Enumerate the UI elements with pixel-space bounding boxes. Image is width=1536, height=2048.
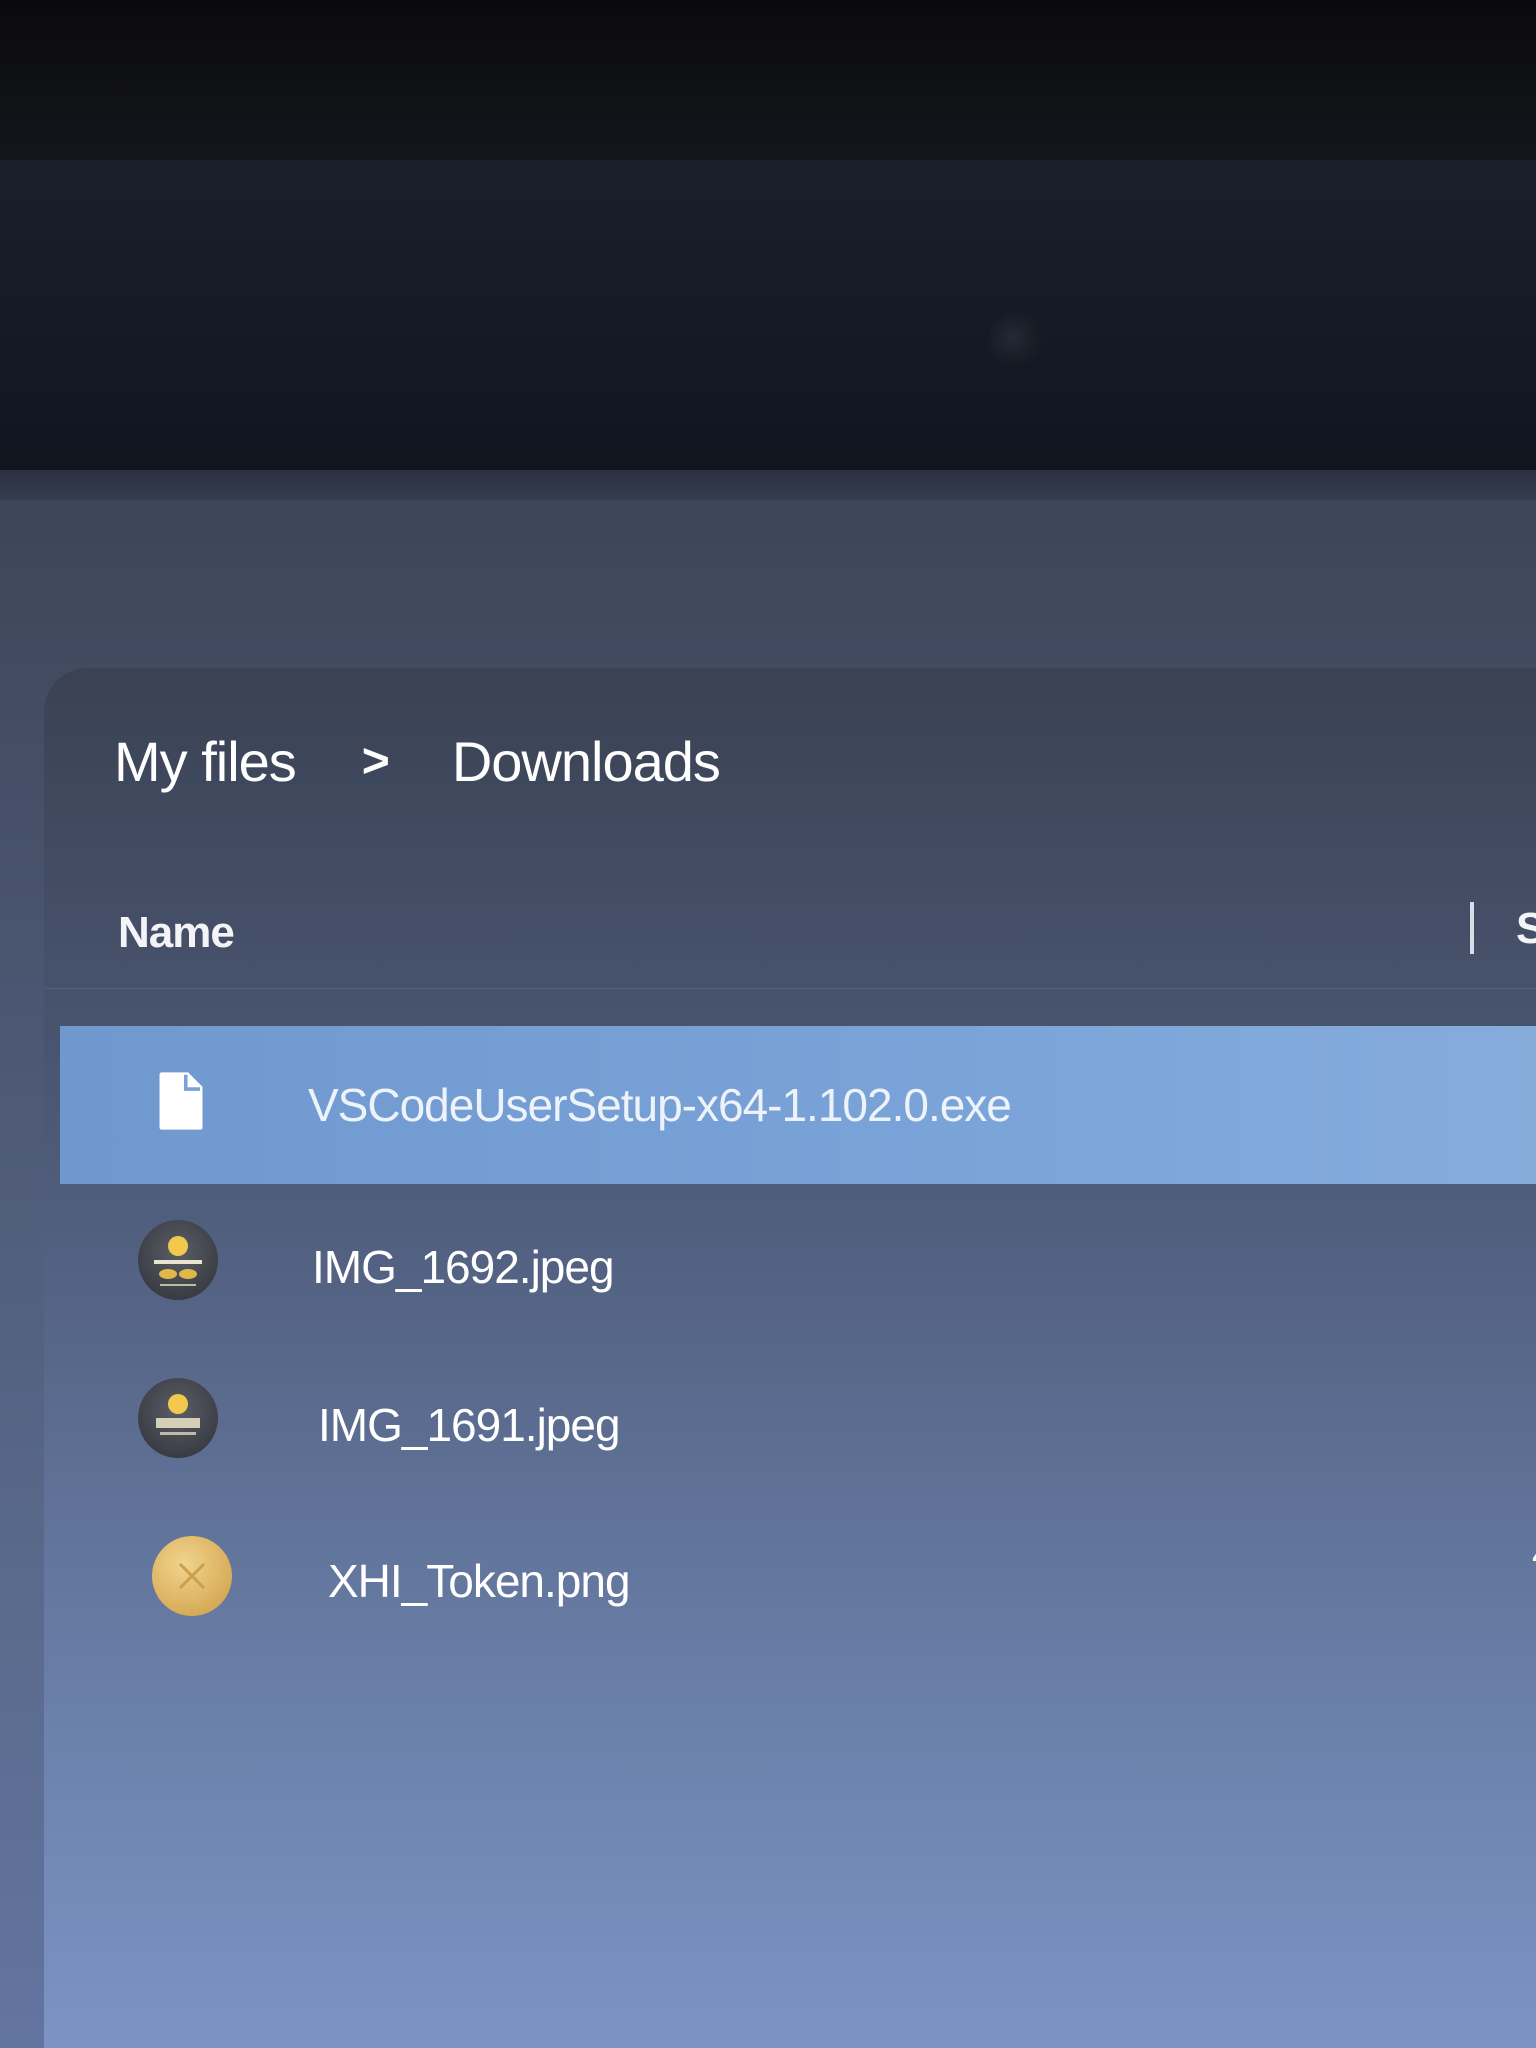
file-row[interactable]: VSCodeUserSetup-x64-1.102.0.exe 10 <box>60 1026 1536 1184</box>
column-header-size[interactable]: S <box>1516 904 1536 954</box>
file-row[interactable]: IMG_1691.jpeg 16 <box>60 1344 1536 1502</box>
column-header-row: Name S <box>44 878 1536 989</box>
file-row[interactable]: XHI_Token.png 40 <box>60 1496 1536 1654</box>
files-app-window: My files > Downloads Name S VSCodeUserSe… <box>44 668 1536 2048</box>
token-thumbnail-icon <box>152 1536 232 1616</box>
file-name: VSCodeUserSetup-x64-1.102.0.exe <box>308 1079 1012 1131</box>
file-name: IMG_1692.jpeg <box>312 1241 615 1293</box>
image-thumbnail-icon <box>138 1378 218 1458</box>
file-name: XHI_Token.png <box>328 1555 631 1607</box>
webcam <box>988 312 1044 368</box>
column-resize-handle[interactable] <box>1470 902 1474 954</box>
file-size: 40 <box>1532 1532 1536 1577</box>
breadcrumb-downloads[interactable]: Downloads <box>452 729 721 794</box>
column-header-name[interactable]: Name <box>118 908 235 958</box>
breadcrumb-separator: > <box>361 734 390 788</box>
laptop-bezel <box>0 160 1536 500</box>
breadcrumb-my-files[interactable]: My files <box>114 729 297 794</box>
file-icon <box>159 1072 203 1130</box>
breadcrumb: My files > Downloads <box>114 726 721 796</box>
image-thumbnail-icon <box>138 1220 218 1300</box>
file-row[interactable]: IMG_1692.jpeg 13 <box>60 1188 1536 1346</box>
file-name: IMG_1691.jpeg <box>318 1399 621 1451</box>
laptop-bezel-top <box>0 0 1536 160</box>
